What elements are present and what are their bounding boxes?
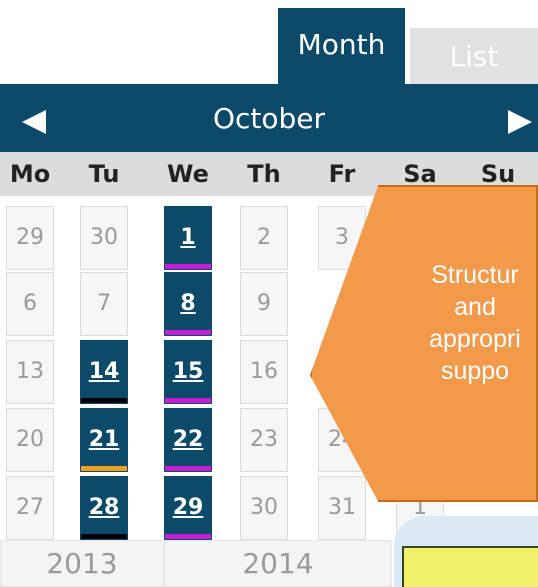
day-cell[interactable]: 7 xyxy=(80,272,128,336)
event-bar xyxy=(81,398,127,403)
day-cell[interactable]: 6 xyxy=(6,272,54,336)
event-bar xyxy=(165,398,211,403)
day-cell[interactable]: 2 xyxy=(240,206,288,270)
day-cell[interactable]: 20 xyxy=(6,408,54,472)
day-number: 15 xyxy=(172,359,204,384)
event-day-cell[interactable]: 22 xyxy=(164,408,212,472)
callout-text: Structur and appropri suppo xyxy=(429,261,521,385)
weekday-label: Th xyxy=(247,160,281,188)
tab-list[interactable]: List xyxy=(410,28,538,84)
day-cell[interactable]: 16 xyxy=(240,340,288,404)
day-number: 29 xyxy=(172,495,204,520)
yellow-overlay-shape xyxy=(402,546,538,587)
event-day-cell[interactable]: 8 xyxy=(164,272,212,336)
weekday-label: We xyxy=(167,160,209,188)
day-cell[interactable]: 30 xyxy=(240,476,288,540)
event-day-cell[interactable]: 14 xyxy=(80,340,128,404)
day-cell[interactable]: 9 xyxy=(240,272,288,336)
tab-month[interactable]: Month xyxy=(278,8,405,84)
day-cell[interactable]: 23 xyxy=(240,408,288,472)
weekday-label: Fr xyxy=(328,160,356,188)
event-day-cell[interactable]: 1 xyxy=(164,206,212,270)
day-number: 14 xyxy=(88,359,120,384)
event-day-cell[interactable]: 29 xyxy=(164,476,212,540)
event-bar xyxy=(81,534,127,539)
event-day-cell[interactable]: 15 xyxy=(164,340,212,404)
day-cell[interactable]: 30 xyxy=(80,206,128,270)
day-number: 1 xyxy=(180,225,196,250)
year-2013[interactable]: 2013 xyxy=(0,540,164,587)
day-cell[interactable]: 27 xyxy=(6,476,54,540)
next-month-icon[interactable] xyxy=(508,110,532,134)
event-day-cell[interactable]: 21 xyxy=(80,408,128,472)
event-bar xyxy=(165,264,211,269)
weekday-label: Mo xyxy=(9,160,51,188)
event-bar xyxy=(81,466,127,471)
day-cell[interactable]: 31 xyxy=(318,476,366,540)
event-bar xyxy=(165,466,211,471)
weekday-label: Tu xyxy=(88,160,120,188)
day-number: 21 xyxy=(88,427,120,452)
day-cell[interactable]: 29 xyxy=(6,206,54,270)
event-day-cell[interactable]: 28 xyxy=(80,476,128,540)
event-bar xyxy=(165,330,211,335)
month-header: October xyxy=(0,84,538,152)
month-title: October xyxy=(212,102,326,135)
day-number: 28 xyxy=(88,495,120,520)
day-number: 8 xyxy=(180,291,196,316)
day-cell[interactable]: 13 xyxy=(6,340,54,404)
event-bar xyxy=(165,534,211,539)
year-2014[interactable]: 2014 xyxy=(164,540,392,587)
day-number: 22 xyxy=(172,427,204,452)
